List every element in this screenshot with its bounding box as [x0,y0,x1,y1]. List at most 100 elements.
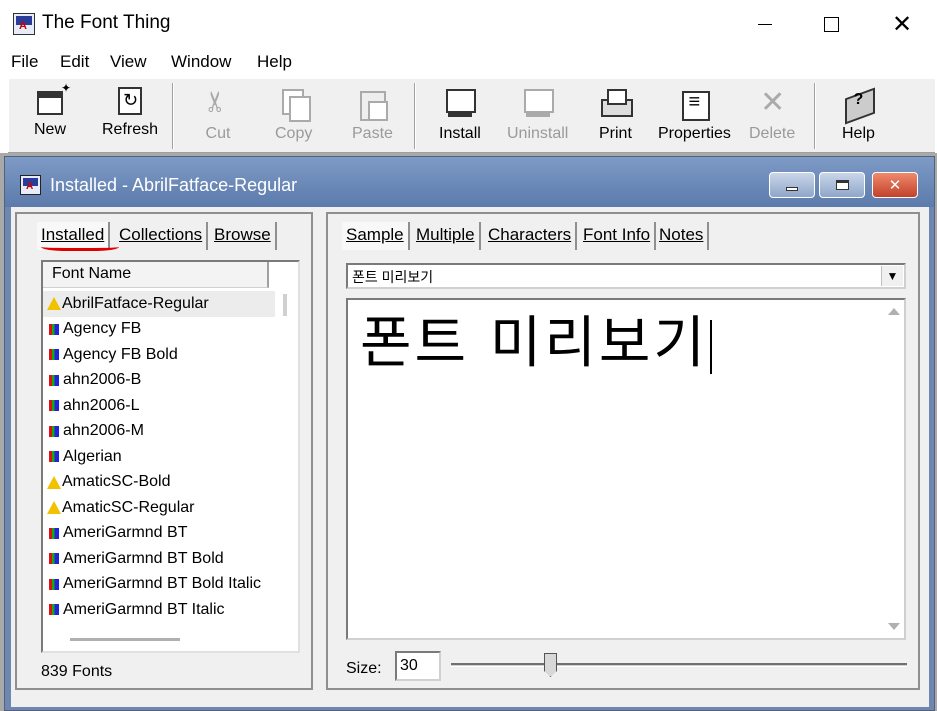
tab-characters[interactable]: Characters [484,222,578,250]
uninstall-button[interactable]: Uninstall [507,83,568,149]
close-button[interactable]: ✕ [867,0,937,48]
list-item[interactable]: ahn2006-M [43,419,275,445]
child-minimize-button[interactable] [769,172,815,198]
minimize-button[interactable] [730,0,800,48]
paste-label: Paste [352,125,393,142]
help-button[interactable]: Help [842,83,875,149]
installed-window: Installed - AbrilFatface-Regular ✕ Insta… [4,156,935,711]
close-icon: ✕ [891,10,913,38]
scroll-down-icon[interactable] [888,623,900,630]
size-label: Size: [346,660,382,677]
sample-text-dropdown[interactable]: 폰트 미리보기 ▼ [346,263,906,289]
truetype-icon [49,323,59,335]
font-name-column-header[interactable]: Font Name [43,262,269,288]
tab-installed[interactable]: Installed [37,222,111,250]
tab-collections[interactable]: Collections [115,222,209,250]
truetype-icon [49,349,59,361]
font-name: AmeriGarmnd BT Bold [63,549,224,567]
size-input[interactable]: 30 [395,651,441,681]
printer-icon [599,87,634,119]
list-item[interactable]: ahn2006-B [43,368,275,394]
scroll-up-icon[interactable] [888,308,900,315]
child-maximize-button[interactable] [819,172,865,198]
delete-icon [756,85,788,120]
font-name: ahn2006-M [63,422,144,440]
child-app-icon[interactable] [20,175,41,195]
refresh-label: Refresh [102,121,159,138]
minimize-icon [758,23,772,25]
new-button[interactable]: New [34,81,71,149]
title-bar: The Font Thing ✕ [0,0,937,48]
computer-icon [522,87,554,119]
menu-window[interactable]: Window [171,52,231,72]
maximize-button[interactable] [796,0,866,48]
font-name: AmaticSC-Regular [62,498,195,516]
list-item[interactable]: AmeriGarmnd BT Bold Italic [43,572,275,598]
list-item[interactable]: AmeriGarmnd BT Italic [43,597,275,623]
font-list-rows: AbrilFatface-Regular Agency FB Agency FB… [43,291,275,623]
list-item[interactable]: Agency FB Bold [43,342,275,368]
properties-button[interactable]: Properties [658,83,731,149]
tab-font-info[interactable]: Font Info [579,222,657,250]
close-icon: ✕ [888,177,902,194]
clipboard-icon [356,87,389,121]
preview-pane: Sample Multiple Characters Font Info Not… [326,212,920,690]
menu-help[interactable]: Help [257,52,292,72]
help-book-icon [842,87,874,119]
list-item[interactable]: AmeriGarmnd BT Bold [43,546,275,572]
refresh-button[interactable]: Refresh [102,83,158,149]
preview-text-content: 폰트 미리보기 [360,311,708,376]
list-item[interactable]: AmaticSC-Bold [43,470,275,496]
app-icon[interactable] [13,13,35,35]
child-close-button[interactable]: ✕ [872,172,918,198]
tab-browse[interactable]: Browse [210,222,277,250]
truetype-icon [49,578,59,590]
truetype-icon [49,527,59,539]
truetype-icon [49,425,59,437]
print-label: Print [599,125,632,142]
tab-multiple[interactable]: Multiple [412,222,481,250]
paste-button[interactable]: Paste [352,83,393,149]
truetype-icon [49,451,59,463]
font-name: AmeriGarmnd BT Italic [63,600,225,618]
size-slider-track[interactable] [451,663,907,667]
list-item[interactable]: AbrilFatface-Regular [43,291,275,317]
truetype-icon [49,604,59,616]
copy-button[interactable]: Copy [275,83,312,149]
truetype-icon [49,374,59,386]
list-item[interactable]: ahn2006-L [43,393,275,419]
window-title: The Font Thing [42,12,171,33]
install-button[interactable]: Install [439,83,481,149]
toolbar-separator [414,83,416,149]
maximize-icon [823,16,839,32]
chevron-down-icon[interactable]: ▼ [881,266,903,286]
cut-button[interactable]: Cut [202,83,234,149]
child-window-title: Installed - AbrilFatface-Regular [50,175,298,195]
font-name: ahn2006-B [63,371,142,389]
list-item[interactable]: AmaticSC-Regular [43,495,275,521]
vertical-scrollbar[interactable] [283,294,287,316]
delete-button[interactable]: Delete [749,83,795,149]
tab-font-info-label: Font Info [583,225,651,244]
menu-edit[interactable]: Edit [60,52,89,72]
menu-file[interactable]: File [11,52,38,72]
menu-view[interactable]: View [110,52,147,72]
tab-notes[interactable]: Notes [655,222,710,250]
computer-icon [444,87,476,119]
list-item[interactable]: Agency FB [43,317,275,343]
child-title-bar: Installed - AbrilFatface-Regular ✕ [5,157,934,207]
print-button[interactable]: Print [599,83,634,149]
preview-text: 폰트 미리보기 [360,298,712,379]
properties-icon [678,87,711,121]
red-underline-annotation [41,247,119,251]
size-slider-thumb[interactable] [544,653,557,677]
tab-sample-label: Sample [346,225,404,244]
font-name: AmeriGarmnd BT [63,524,188,542]
font-list[interactable]: Font Name AbrilFatface-Regular Agency FB… [41,260,300,653]
tab-sample[interactable]: Sample [342,222,410,250]
font-list-pane: Installed Collections Browse Font Name A… [15,212,313,690]
font-preview-area[interactable]: 폰트 미리보기 [346,298,906,640]
list-item[interactable]: AmeriGarmnd BT [43,521,275,547]
horizontal-scrollbar[interactable] [70,638,180,641]
list-item[interactable]: Algerian [43,444,275,470]
